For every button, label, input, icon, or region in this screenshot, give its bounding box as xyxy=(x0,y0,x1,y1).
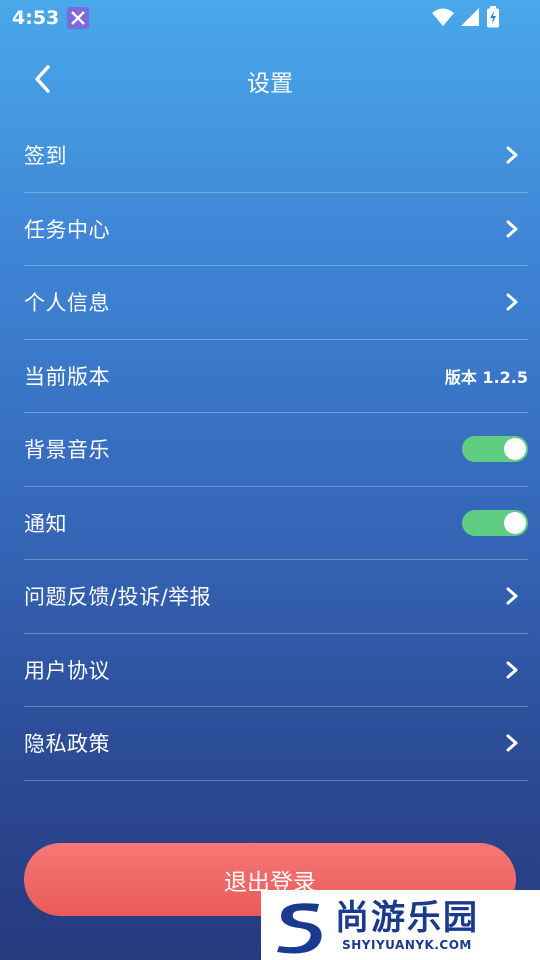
header: 设置 xyxy=(0,50,540,108)
settings-item-label: 通知 xyxy=(24,511,67,536)
settings-item-label: 当前版本 xyxy=(24,364,110,389)
settings-item-label: 问题反馈/投诉/举报 xyxy=(24,585,212,610)
settings-item-checkin[interactable]: 签到 xyxy=(24,119,528,193)
watermark-name-cn: 尚游乐园 xyxy=(335,898,479,938)
toggle-knob xyxy=(504,438,526,461)
settings-item-label: 签到 xyxy=(24,144,67,169)
settings-item-user-agreement[interactable]: 用户协议 xyxy=(24,634,528,707)
status-time: 4:53 xyxy=(12,7,60,29)
chevron-right-icon xyxy=(504,145,520,165)
settings-item-profile[interactable]: 个人信息 xyxy=(24,266,528,340)
watermark-logo-icon xyxy=(277,903,322,954)
watermark-name-en: SHYIYUANYK.COM xyxy=(342,938,472,952)
settings-item-feedback[interactable]: 问题反馈/投诉/举报 xyxy=(24,560,528,634)
settings-item-label: 个人信息 xyxy=(24,291,110,316)
settings-item-label: 隐私政策 xyxy=(24,732,110,757)
chevron-right-icon xyxy=(504,292,520,312)
watermark-text: 尚游乐园 SHYIYUANYK.COM xyxy=(335,898,479,952)
wifi-icon xyxy=(432,7,454,32)
settings-item-label: 用户协议 xyxy=(24,658,110,683)
chevron-right-icon xyxy=(504,586,520,606)
notifications-toggle[interactable] xyxy=(462,509,528,536)
page-title: 设置 xyxy=(247,71,293,97)
settings-item-privacy-policy[interactable]: 隐私政策 xyxy=(24,707,528,781)
settings-item-version: 当前版本 版本 1.2.5 xyxy=(24,340,528,413)
bg-music-toggle[interactable] xyxy=(462,436,528,463)
status-bar: 4:53 xyxy=(0,0,540,36)
settings-item-label: 任务中心 xyxy=(24,217,110,242)
battery-charging-icon xyxy=(486,6,500,33)
settings-item-task-center[interactable]: 任务中心 xyxy=(24,193,528,266)
version-value: 版本 1.2.5 xyxy=(444,367,528,387)
watermark: 尚游乐园 SHYIYUANYK.COM xyxy=(261,890,540,960)
settings-item-label: 背景音乐 xyxy=(24,438,110,463)
status-icons xyxy=(432,6,500,33)
settings-list: 签到 任务中心 个人信息 当前版本 版本 1.2.5 背景音乐 通知 问题反馈/… xyxy=(24,119,528,781)
toggle-knob xyxy=(504,511,526,534)
settings-item-bg-music: 背景音乐 xyxy=(24,413,528,487)
chevron-right-icon xyxy=(504,733,520,753)
app-notification-icon xyxy=(67,7,90,29)
cell-signal-icon xyxy=(460,7,480,32)
chevron-right-icon xyxy=(504,219,520,239)
chevron-right-icon xyxy=(504,660,520,680)
settings-item-notifications: 通知 xyxy=(24,487,528,560)
